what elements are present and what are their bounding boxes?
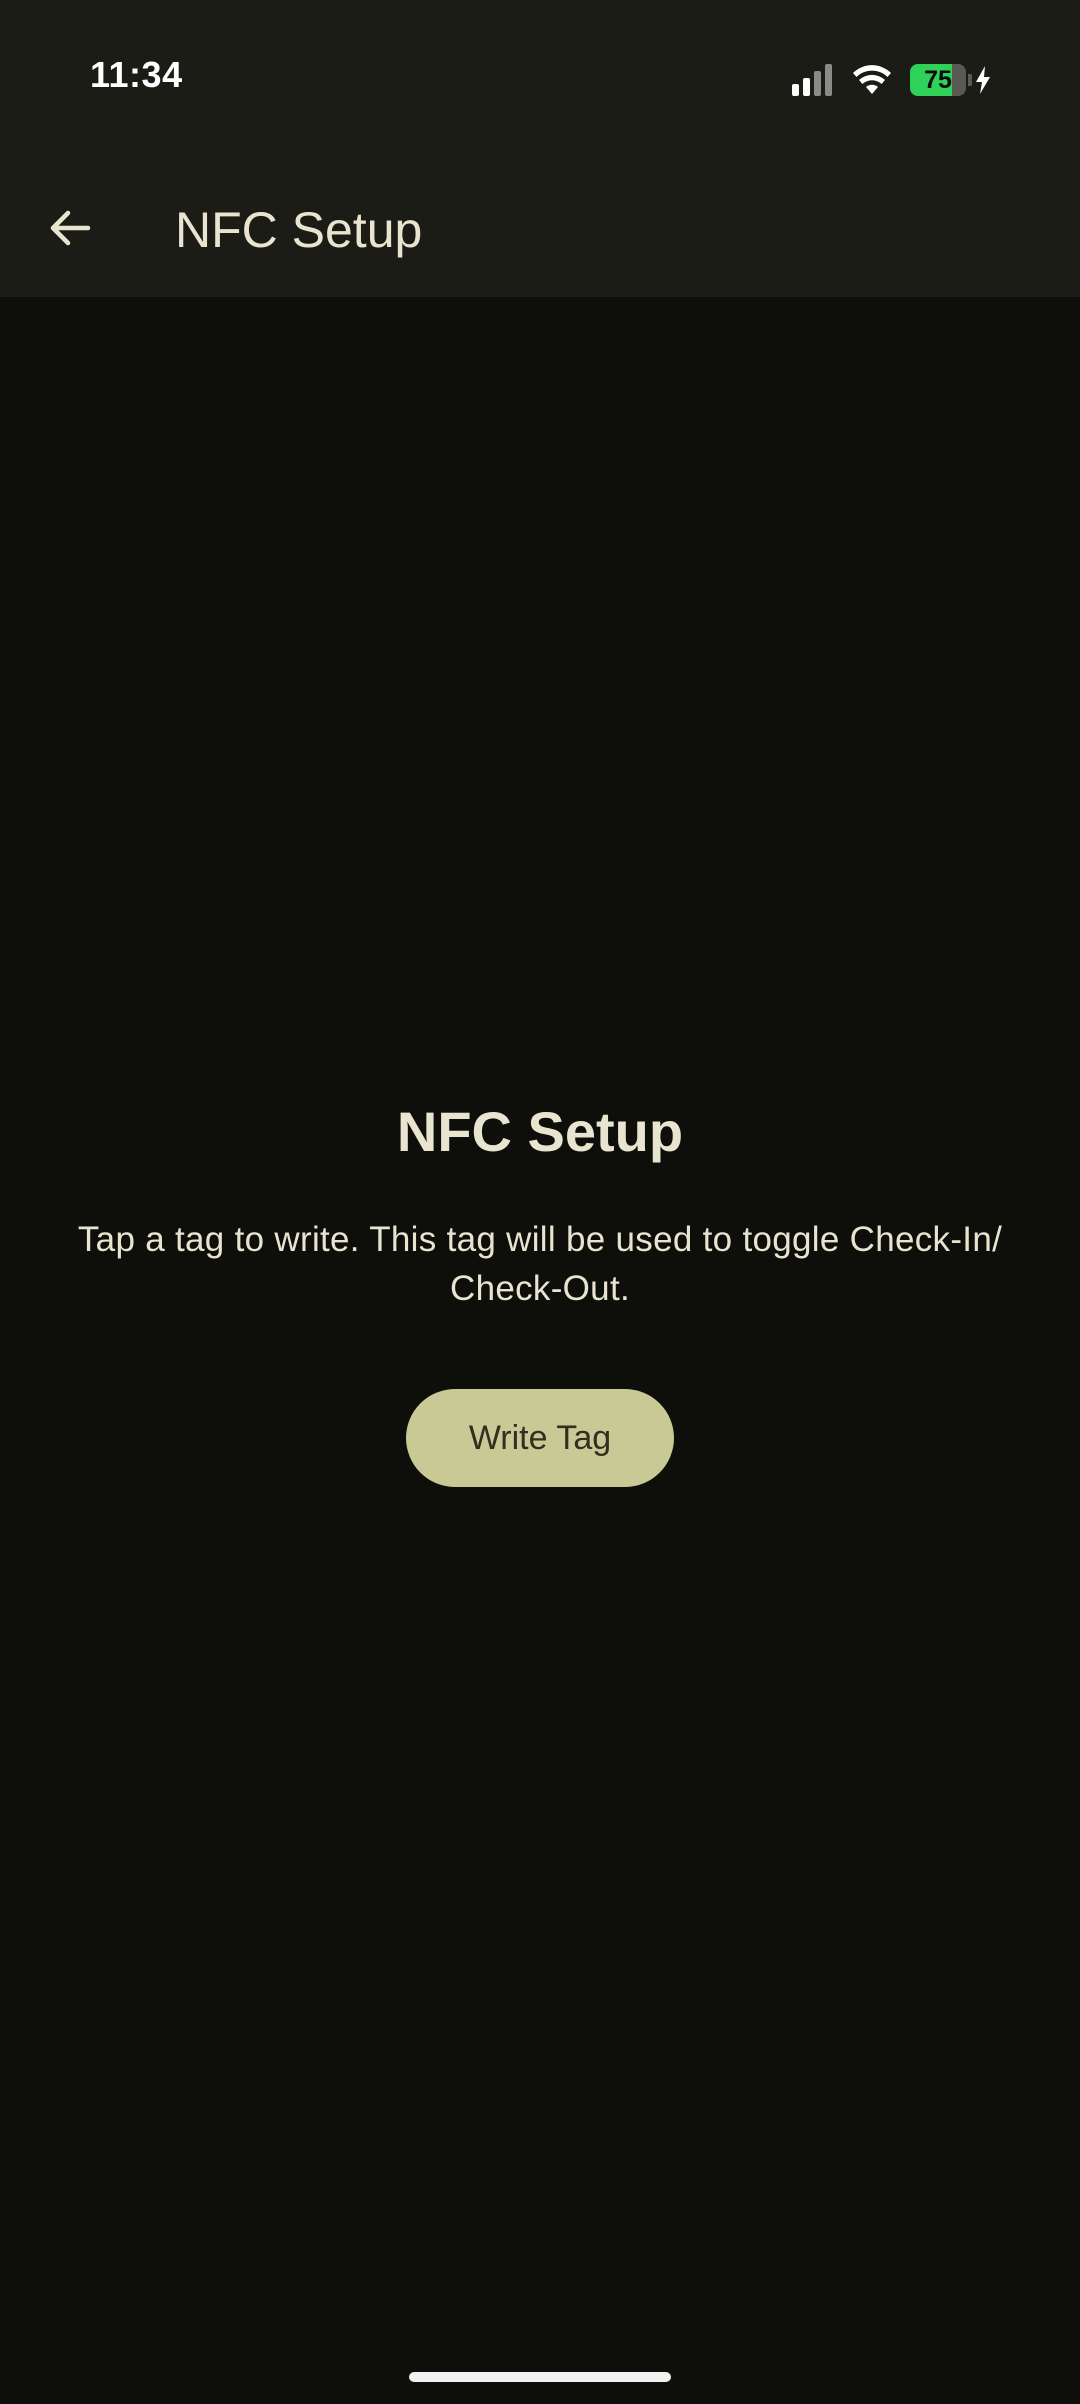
app-bar-title: NFC Setup	[175, 202, 423, 258]
top-app-surface: 11:34 75 NFC Setup	[0, 0, 1080, 297]
battery-icon: 75	[910, 64, 966, 96]
screen: 11:34 75 NFC Setup NFC Setup Tap a tag t…	[0, 0, 1080, 2404]
battery-indicator: 75	[910, 64, 992, 96]
status-icons: 75	[792, 60, 992, 100]
battery-cap	[968, 74, 972, 86]
page-heading: NFC Setup	[396, 1100, 684, 1163]
write-tag-button[interactable]: Write Tag	[406, 1389, 674, 1487]
charging-bolt-icon	[976, 66, 990, 94]
arrow-back-icon	[50, 210, 91, 246]
instructions-text: Tap a tag to write. This tag will be use…	[77, 1220, 1003, 1308]
wifi-icon	[853, 65, 891, 94]
home-indicator[interactable]	[409, 2372, 671, 2382]
status-time: 11:34	[90, 54, 183, 95]
main-content: NFC Setup Tap a tag to write. This tag w…	[0, 297, 1080, 2404]
back-button[interactable]	[38, 196, 102, 260]
cellular-signal-icon	[792, 64, 832, 96]
battery-level-text: 75	[924, 65, 952, 94]
